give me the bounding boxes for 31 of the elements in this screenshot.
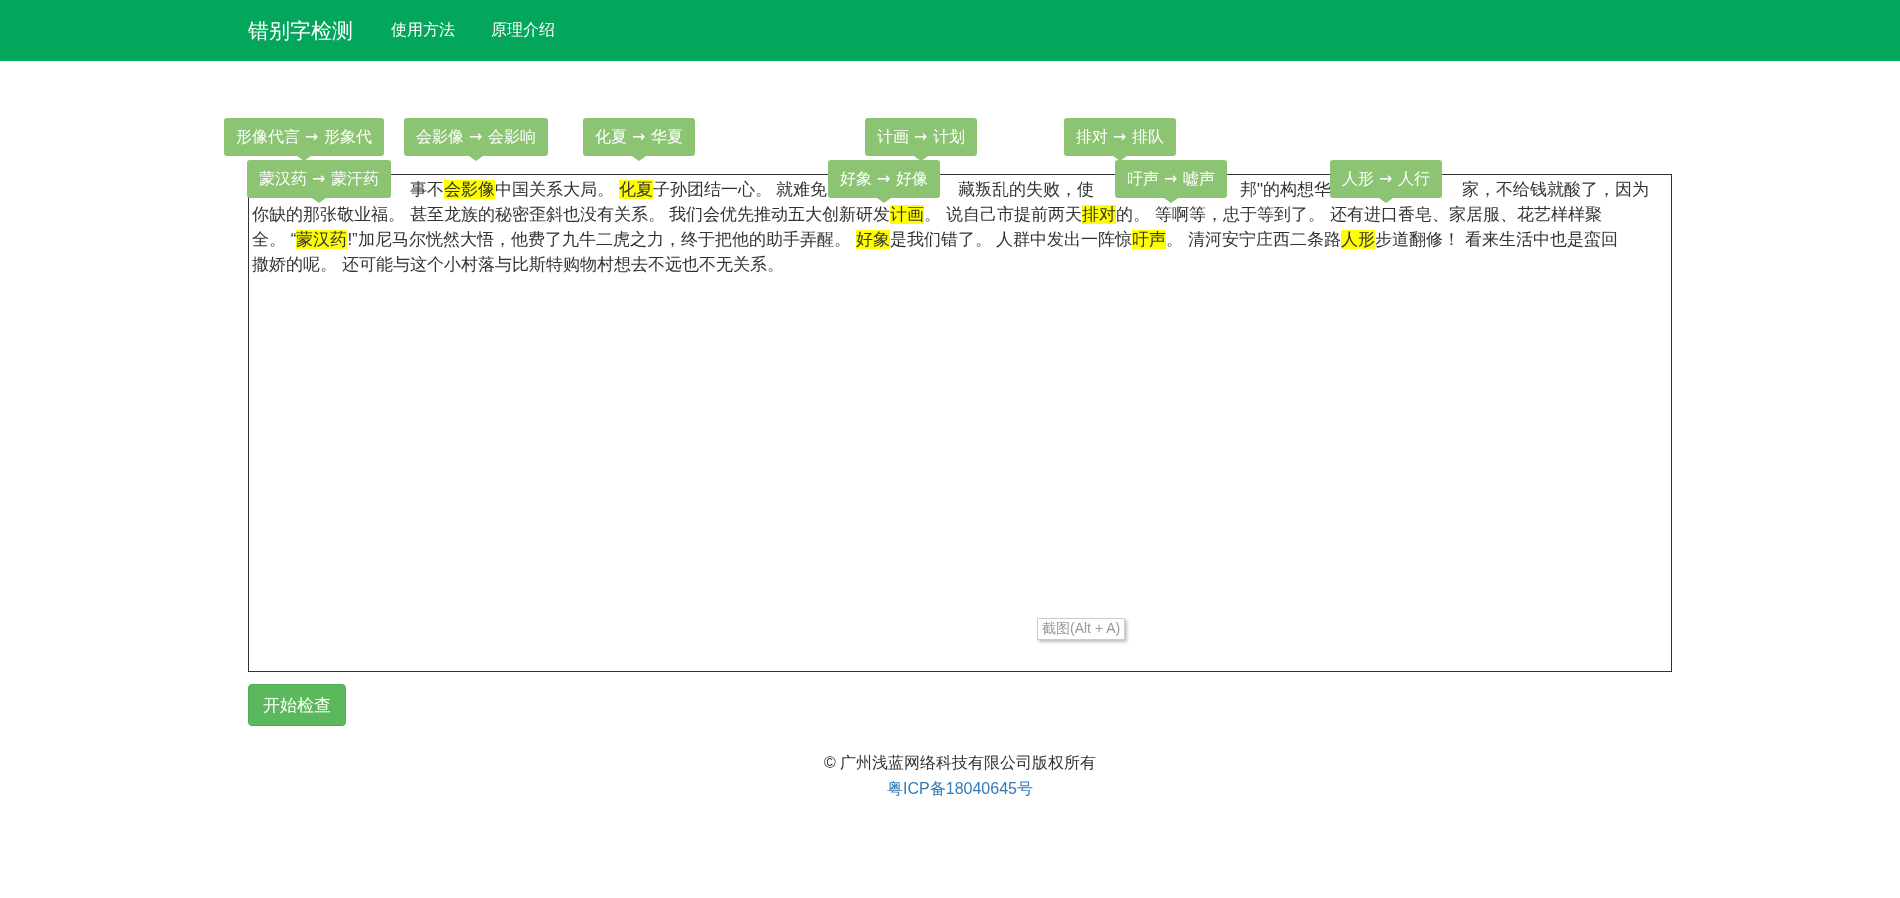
correction-tooltip: 计画 → 计划 xyxy=(865,118,977,156)
correction-tooltip: 形像代言 → 形象代 xyxy=(224,118,384,156)
tooltip-pointer-icon xyxy=(913,156,928,161)
tooltip-pointer-icon xyxy=(468,156,483,161)
tooltip-pointer-icon xyxy=(1378,198,1393,203)
brand-link[interactable]: 错别字检测 xyxy=(248,16,353,45)
text-line: 全。 “蒙汉药!”加尼马尔恍然大悟，他费了九牛二虎之力，终于把他的助手弄醒。 好象是我们错了。 人群中发出一阵惊吁声。 清河安宁庄西二条路人形步道翻修！ 看来生活中也是蛮回 xyxy=(252,230,1618,249)
correction-tooltip: 好象 → 好像 xyxy=(828,160,940,198)
text-line: 撒娇的呢。 还可能与这个小村落与比斯特购物村想去不远也不无关系。 xyxy=(252,255,784,274)
text-line: 藏叛乱的失败，使 xyxy=(958,179,1094,201)
tooltip-pointer-icon xyxy=(1112,156,1127,161)
correction-tooltip: 排对 → 排队 xyxy=(1064,118,1176,156)
nav-link[interactable]: 使用方法 xyxy=(391,20,455,41)
correction-tooltip: 蒙汉药 → 蒙汗药 xyxy=(247,160,391,198)
text-line: 事不会影像中国关系大局。 化夏子孙团结一心。 就难免 xyxy=(410,179,828,201)
nav-link[interactable]: 原理介绍 xyxy=(491,20,555,41)
correction-tooltip: 化夏 → 华夏 xyxy=(583,118,695,156)
check-button[interactable]: 开始检查 xyxy=(248,684,346,726)
text-line: 邦"的构想华 xyxy=(1240,179,1332,201)
tooltip-pointer-icon xyxy=(311,198,326,203)
screenshot-hint: 截图(Alt + A) xyxy=(1037,618,1126,640)
tooltip-pointer-icon xyxy=(631,156,646,161)
icp-link[interactable]: 粤ICP备18040645号 xyxy=(887,776,1033,802)
correction-tooltip: 会影像 → 会影响 xyxy=(404,118,548,156)
tooltip-pointer-icon xyxy=(876,198,891,203)
correction-tooltip: 吁声 → 嘘声 xyxy=(1115,160,1227,198)
copyright-text: © 广州浅蓝网络科技有限公司版权所有 xyxy=(823,753,1097,773)
tooltip-pointer-icon xyxy=(1163,198,1178,203)
tooltip-pointer-icon xyxy=(296,156,311,161)
text-line: 家，不给钱就酸了，因为 xyxy=(1462,179,1649,201)
correction-tooltip: 人形 → 人行 xyxy=(1330,160,1442,198)
